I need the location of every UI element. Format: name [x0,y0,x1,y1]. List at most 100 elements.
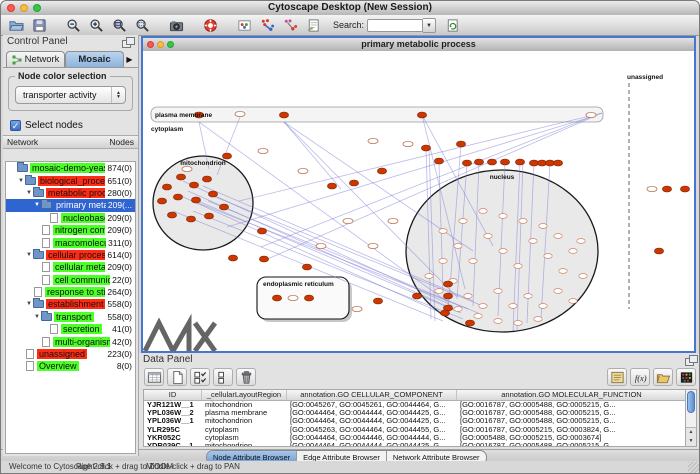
graph-node-orange[interactable] [219,204,228,210]
expand-arrow-icon[interactable]: ▼ [17,178,25,184]
graph-node-orange[interactable] [173,194,182,200]
graph-node-small[interactable] [425,274,433,279]
graph-node-orange[interactable] [417,112,426,118]
graph-node-small[interactable] [484,234,492,239]
graph-node-orange[interactable] [191,197,200,203]
tree-item-cell-communicat[interactable]: cell communicat22(0) [6,274,135,286]
table-row[interactable]: YJR121W__1mitochondrion[GO:0045267, GO:0… [144,401,685,409]
delete-attribute-button[interactable] [236,368,256,386]
graph-node-orange[interactable] [377,168,386,174]
graph-node-white[interactable] [258,148,268,153]
zoom-fit-button[interactable] [132,16,153,34]
scroll-down-button[interactable]: ▼ [686,437,696,446]
expand-arrow-icon[interactable]: ▼ [25,301,33,307]
minimize-button[interactable] [20,4,28,12]
graph-node-small[interactable] [439,229,447,234]
tree-item-mosaic-demo-yeast[interactable]: mosaic-demo-yeast874(0) [6,162,135,174]
tree-item-nitrogen-compo[interactable]: nitrogen compo209(0) [6,224,135,236]
tree-item-biological-process[interactable]: ▼biological_process651(0) [6,174,135,186]
graph-node-small[interactable] [509,304,517,309]
graph-node-small[interactable] [539,304,547,309]
window-titlebar[interactable]: Cytoscape Desktop (New Session) [1,1,699,16]
graph-node-white[interactable] [235,111,245,116]
graph-node-small[interactable] [464,294,472,299]
graph-node-orange[interactable] [279,112,288,118]
select-all-attributes-button[interactable] [190,368,210,386]
graph-node-orange[interactable] [373,298,382,304]
annotation-button[interactable] [303,16,324,34]
tree-item-establishment-of-lo[interactable]: ▼establishment of lo558(0) [6,298,135,310]
tree-item-macromolecule[interactable]: macromolecule311(0) [6,236,135,248]
graph-node-white[interactable] [403,141,413,146]
table-row[interactable]: YPL036W__2plasma membrane[GO:0044464, GO… [144,409,685,417]
graph-node-small[interactable] [479,304,487,309]
graph-node-small[interactable] [569,299,577,304]
maximize-button[interactable] [33,4,41,12]
tree-item-cellular-process[interactable]: ▼cellular process614(0) [6,249,135,261]
graph-node-small[interactable] [474,314,482,319]
float-data-panel-icon[interactable] [685,355,698,365]
graph-node-orange[interactable] [257,228,266,234]
graph-node-white[interactable] [343,218,353,223]
column-header-cellularlayoutregion[interactable]: _cellularLayoutRegion [202,390,287,400]
graph-node-orange[interactable] [443,293,452,299]
graph-node-orange[interactable] [208,191,217,197]
graph-node-white[interactable] [368,138,378,143]
graph-node-orange[interactable] [157,198,166,204]
graph-node-small[interactable] [529,239,537,244]
graph-node-orange[interactable] [515,159,524,165]
graph-node-small[interactable] [469,259,477,264]
resize-grip[interactable] [688,462,699,473]
tree-item-metabolic-process[interactable]: ▼metabolic process280(0) [6,187,135,199]
graph-node-small[interactable] [559,269,567,274]
graph-node-small[interactable] [494,319,502,324]
graph-node-small[interactable] [494,289,502,294]
zoom-in-button[interactable] [86,16,107,34]
network-close-button[interactable] [147,41,154,48]
tree-item-overview[interactable]: Overview8(0) [6,360,135,372]
graph-node-orange[interactable] [421,145,430,151]
graph-node-small[interactable] [435,289,443,294]
unselect-all-attributes-button[interactable] [213,368,233,386]
graph-node-small[interactable] [544,254,552,259]
take-snapshot-button[interactable] [166,16,187,34]
table-row[interactable]: YDR039C__1mitochondrion[GO:0044464, GO:0… [144,442,685,447]
search-input[interactable] [367,19,423,32]
graph-node-orange[interactable] [186,216,195,222]
graph-node-small[interactable] [534,317,542,322]
network-graph[interactable]: plasma membranecytoplasmmitochondrionnuc… [143,51,694,351]
select-attributes-button[interactable] [144,368,164,386]
network-maximize-button[interactable] [167,41,174,48]
expand-arrow-icon[interactable]: ▼ [25,252,33,258]
graph-node-white[interactable] [388,218,398,223]
graph-node-small[interactable] [577,239,585,244]
network-minimize-button[interactable] [157,41,164,48]
graph-node-orange[interactable] [272,295,281,301]
graph-node-orange[interactable] [474,159,483,165]
graph-node-orange[interactable] [443,281,452,287]
graph-node-orange[interactable] [440,310,449,316]
tree-item-unassigned[interactable]: unassigned223(0) [6,348,135,360]
tree-item-cellular-metabol[interactable]: cellular metabol209(0) [6,261,135,273]
zoom-out-button[interactable] [63,16,84,34]
graph-node-small[interactable] [514,321,522,326]
tree-item-primary-metabo[interactable]: ▼primary metabo209(... [6,199,135,211]
column-header-annotation-go-molecular-function[interactable]: annotation.GO MOLECULAR_FUNCTION [457,390,686,400]
graph-node-orange[interactable] [680,186,689,192]
graph-node-orange[interactable] [500,159,509,165]
node-color-dropdown[interactable]: transporter activity ▲▼ [15,86,126,104]
network-canvas[interactable]: plasma membranecytoplasmmitochondrionnuc… [143,51,694,351]
graph-node-orange[interactable] [434,158,443,164]
graph-node-orange[interactable] [162,184,171,190]
graph-node-white[interactable] [288,295,298,300]
column-header-id[interactable]: ID [144,390,202,400]
graph-node-orange[interactable] [167,212,176,218]
graph-node-white[interactable] [316,243,326,248]
table-scrollbar[interactable]: ▲ ▼ [686,389,697,447]
graph-node-orange[interactable] [462,160,471,166]
graph-node-small[interactable] [499,249,507,254]
export-network-button[interactable] [280,16,301,34]
vizmapper-button[interactable] [234,16,255,34]
graph-node-orange[interactable] [222,153,231,159]
help-button[interactable] [200,16,221,34]
